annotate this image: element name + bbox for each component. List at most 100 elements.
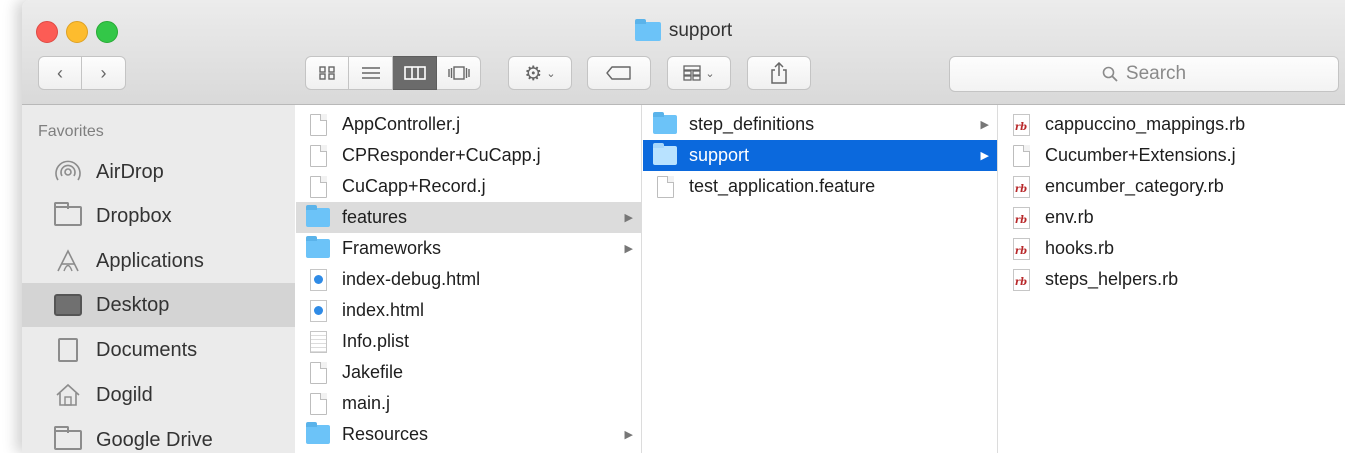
sidebar-section-favorites: Favorites — [38, 123, 104, 140]
sidebar-item-label: Documents — [96, 338, 198, 361]
folder-row-features[interactable]: features ▶ — [296, 202, 641, 233]
sidebar-item-label: Dogild — [96, 383, 153, 406]
desktop-icon — [54, 293, 82, 317]
document-icon — [306, 392, 330, 416]
gear-icon: ⚙ — [524, 62, 543, 85]
cover-flow-view-button[interactable] — [437, 56, 481, 90]
sidebar-item-label: Desktop — [96, 293, 170, 316]
file-row[interactable]: rb env.rb — [999, 202, 1345, 233]
file-row[interactable]: main.j — [296, 388, 641, 419]
file-name: steps_helpers.rb — [1045, 269, 1179, 289]
folder-name: step_definitions — [689, 114, 815, 134]
finder-window: support ‹ › ⚙ ⌄ ⌄ Search Favorites AirDr… — [22, 0, 1345, 453]
folder-icon — [653, 143, 677, 168]
chevron-right-icon: › — [100, 62, 107, 83]
file-row[interactable]: rb encumber_category.rb — [999, 171, 1345, 202]
search-field[interactable]: Search — [949, 56, 1339, 92]
share-button[interactable] — [747, 56, 811, 90]
share-icon — [771, 62, 787, 84]
file-row[interactable]: CPResponder+CuCapp.j — [296, 140, 641, 171]
folder-row-resources[interactable]: Resources ▶ — [296, 419, 641, 450]
sidebar-item-label: Applications — [96, 249, 204, 272]
file-name: Cucumber+Extensions.j — [1045, 145, 1236, 165]
sidebar-item-label: Google Drive — [96, 428, 213, 451]
ruby-file-icon: rb — [1009, 175, 1033, 199]
file-row[interactable]: rb steps_helpers.rb — [999, 264, 1345, 295]
window-title-text: support — [668, 20, 733, 41]
folder-icon — [306, 205, 330, 230]
file-row[interactable]: index.html — [296, 295, 641, 326]
html-file-icon — [306, 268, 330, 292]
column-view-icon — [403, 66, 426, 80]
folder-name: Frameworks — [342, 238, 442, 258]
file-row[interactable]: test_application.feature — [643, 171, 997, 202]
action-menu-button[interactable]: ⚙ ⌄ — [508, 56, 572, 90]
chevron-down-icon: ⌄ — [546, 67, 556, 80]
folder-name: support — [689, 145, 750, 165]
file-name: hooks.rb — [1045, 238, 1115, 258]
ruby-file-icon: rb — [1009, 237, 1033, 261]
sidebar-item-dropbox[interactable]: Dropbox — [22, 194, 295, 238]
sidebar: Favorites AirDrop Dropbox Applications D… — [22, 105, 295, 453]
browser-column-1[interactable]: AppController.j CPResponder+CuCapp.j CuC… — [296, 105, 642, 453]
arrange-button[interactable]: ⌄ — [667, 56, 731, 90]
ruby-file-icon: rb — [1009, 206, 1033, 230]
file-name: index-debug.html — [342, 269, 481, 289]
documents-icon — [54, 338, 82, 362]
file-name: cappuccino_mappings.rb — [1045, 114, 1246, 134]
folder-row-frameworks[interactable]: Frameworks ▶ — [296, 233, 641, 264]
folder-row-step-definitions[interactable]: step_definitions ▶ — [643, 109, 997, 140]
column-view-button[interactable] — [393, 56, 437, 90]
file-name: Jakefile — [342, 362, 404, 382]
folder-icon — [634, 18, 661, 41]
folder-name: Resources — [342, 424, 429, 444]
file-row[interactable]: rb hooks.rb — [999, 233, 1345, 264]
arrange-grid-icon — [683, 65, 702, 81]
browser-column-3[interactable]: rb cappuccino_mappings.rb Cucumber+Exten… — [999, 105, 1345, 453]
sidebar-item-documents[interactable]: Documents — [22, 328, 295, 372]
disclosure-arrow-icon: ▶ — [980, 119, 989, 131]
folder-icon — [306, 422, 330, 447]
icon-view-icon — [319, 66, 335, 80]
file-row[interactable]: Cucumber+Extensions.j — [999, 140, 1345, 171]
sidebar-item-desktop[interactable]: Desktop — [22, 283, 295, 327]
disclosure-arrow-icon: ▶ — [624, 212, 633, 224]
sidebar-item-dogild[interactable]: Dogild — [22, 373, 295, 417]
file-row[interactable]: CuCapp+Record.j — [296, 171, 641, 202]
file-row[interactable]: index-debug.html — [296, 264, 641, 295]
disclosure-arrow-icon: ▶ — [980, 150, 989, 162]
forward-button[interactable]: › — [82, 56, 126, 90]
sidebar-item-label: Dropbox — [96, 204, 172, 227]
window-title: support — [22, 18, 1345, 42]
ruby-file-icon: rb — [1009, 268, 1033, 292]
sidebar-item-label: AirDrop — [96, 160, 164, 183]
folder-icon — [306, 236, 330, 261]
disclosure-arrow-icon: ▶ — [624, 429, 633, 441]
file-name: encumber_category.rb — [1045, 176, 1224, 196]
file-name: main.j — [342, 393, 391, 413]
sidebar-item-google-drive[interactable]: Google Drive — [22, 418, 295, 453]
search-placeholder: Search — [1125, 63, 1187, 84]
file-row[interactable]: AppController.j — [296, 109, 641, 140]
browser-column-2[interactable]: step_definitions ▶ support ▶ test_applic… — [643, 105, 998, 453]
search-icon — [1102, 66, 1118, 82]
file-name: CPResponder+CuCapp.j — [342, 145, 541, 165]
sidebar-item-airdrop[interactable]: AirDrop — [22, 150, 295, 194]
navigation-buttons: ‹ › — [38, 56, 126, 90]
icon-view-button[interactable] — [305, 56, 349, 90]
disclosure-arrow-icon: ▶ — [624, 243, 633, 255]
home-icon — [54, 383, 82, 407]
tag-button[interactable] — [587, 56, 651, 90]
file-name: Info.plist — [342, 331, 410, 351]
folder-row-support[interactable]: support ▶ — [643, 140, 997, 171]
back-button[interactable]: ‹ — [38, 56, 82, 90]
list-view-button[interactable] — [349, 56, 393, 90]
plist-file-icon — [306, 330, 330, 354]
folder-icon — [54, 202, 82, 228]
file-row[interactable]: rb cappuccino_mappings.rb — [999, 109, 1345, 140]
view-mode-buttons — [305, 56, 481, 90]
file-row[interactable]: Info.plist — [296, 326, 641, 357]
sidebar-item-applications[interactable]: Applications — [22, 239, 295, 283]
file-name: AppController.j — [342, 114, 461, 134]
file-row[interactable]: Jakefile — [296, 357, 641, 388]
